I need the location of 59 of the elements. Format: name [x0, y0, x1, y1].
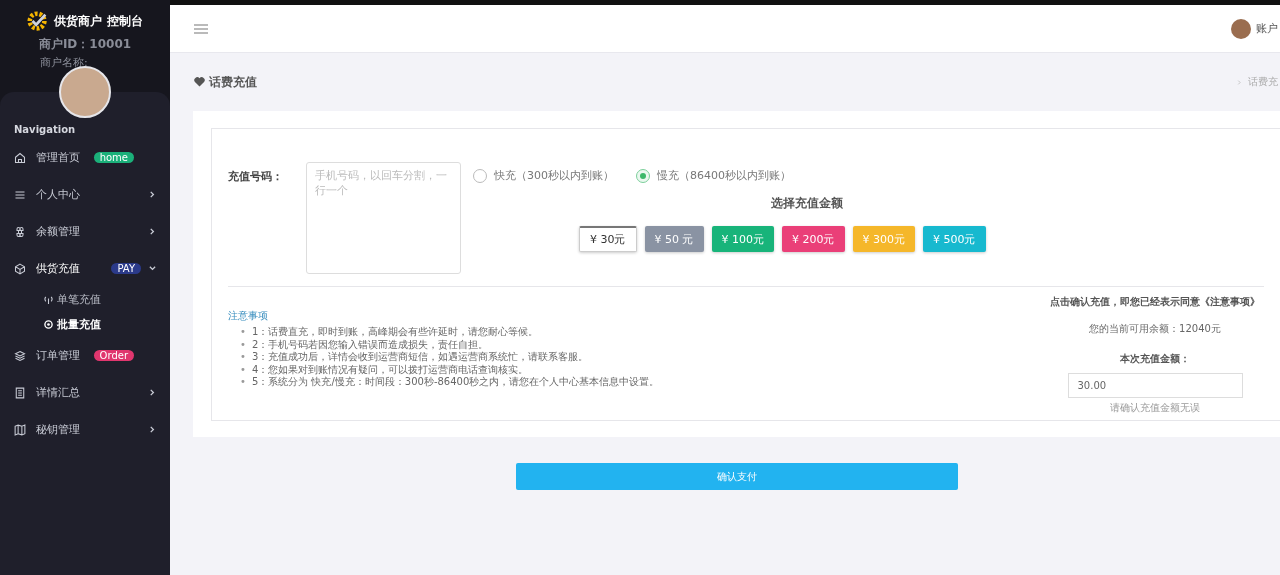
- bullet-mark: •: [240, 363, 246, 376]
- gear-check-icon: [27, 10, 50, 32]
- amount-button[interactable]: ¥ 30元: [579, 226, 637, 252]
- home-icon: [14, 151, 26, 164]
- chevron-right-icon: [149, 426, 156, 433]
- nav-item[interactable]: 余额管理: [0, 213, 170, 250]
- tag-label: home: [93, 152, 134, 163]
- avatar[interactable]: [1231, 18, 1251, 39]
- nav-item[interactable]: 管理首页 home: [0, 139, 170, 176]
- sub-nav-item[interactable]: 单笔充值: [0, 287, 170, 312]
- signal-icon: [44, 295, 53, 304]
- sub-nav-item[interactable]: 批量充值: [0, 312, 170, 337]
- nav-item[interactable]: 详情汇总: [0, 374, 170, 411]
- merchant-id: 商户ID：10001: [37, 36, 133, 53]
- nav-item[interactable]: 秘钥管理: [0, 411, 170, 448]
- bullet-mark: •: [240, 351, 246, 364]
- chevron-down-icon: [149, 265, 156, 272]
- amount-button[interactable]: ¥ 200元: [782, 226, 845, 252]
- merchant-name-label: 商户名称:: [40, 55, 89, 70]
- bullet-mark: •: [240, 338, 246, 351]
- balance-text: 您的当前可用余额：12040元: [1089, 322, 1221, 336]
- heart-icon: [194, 77, 205, 87]
- nav-item[interactable]: 供货充值 PAY: [0, 250, 170, 287]
- chevron-right-icon: [149, 191, 156, 198]
- chevron-right-icon: [149, 389, 156, 396]
- nav-heading: Navigation: [13, 123, 77, 137]
- bullet-mark: •: [240, 376, 246, 389]
- field-hint: 请确认充值金额无误: [1110, 401, 1200, 415]
- note-item: 2：手机号码若因您输入错误而造成损失，责任自担。: [251, 338, 489, 351]
- chevron-right-icon: [149, 228, 156, 235]
- disc-icon: [44, 320, 53, 329]
- speed-radio[interactable]: 慢充（86400秒以内到账）: [636, 168, 791, 183]
- note-item: 1：话费直充，即时到账，高峰期会有些许延时，请您耐心等候。: [251, 326, 539, 339]
- nav-item[interactable]: 个人中心: [0, 176, 170, 213]
- account-label[interactable]: 账户: [1256, 21, 1278, 36]
- doc-icon: [14, 386, 26, 399]
- nav-item[interactable]: 订单管理 Order: [0, 337, 170, 374]
- box-icon: [14, 262, 26, 275]
- avatar: [59, 66, 111, 118]
- list-icon: [14, 188, 26, 201]
- layers-icon: [14, 349, 26, 362]
- tag-label: PAY: [111, 263, 141, 274]
- brand-title: 供货商户 控制台: [54, 12, 143, 30]
- command-icon: [14, 225, 26, 238]
- speed-radio[interactable]: 快充（300秒以内到账）: [473, 168, 614, 183]
- field-label: 充值号码：: [228, 169, 284, 185]
- bullet-mark: •: [240, 326, 246, 339]
- field-label: 本次充值金额：: [1120, 352, 1190, 366]
- notes-heading: 注意事项: [228, 309, 269, 323]
- note-item: 4：您如果对到账情况有疑问，可以拨打运营商电话查询核实。: [251, 363, 529, 376]
- amount-field[interactable]: 30.00: [1067, 373, 1243, 398]
- page-title: 话费充值: [209, 73, 257, 91]
- section-heading: 选择充值金额: [769, 195, 844, 212]
- map-icon: [14, 423, 26, 436]
- agreement-text: 点击确认充值，即您已经表示同意《注意事项》: [1050, 295, 1260, 309]
- note-item: 5：系统分为 快充/慢充：时间段：300秒-86400秒之内，请您在个人中心基本信息中设置。: [251, 376, 660, 389]
- chevron-right-icon: [1237, 79, 1242, 85]
- note-item: 3：充值成功后，详情会收到运营商短信，如遇运营商系统忙，请联系客服。: [251, 351, 589, 364]
- tag-label: Order: [93, 350, 134, 361]
